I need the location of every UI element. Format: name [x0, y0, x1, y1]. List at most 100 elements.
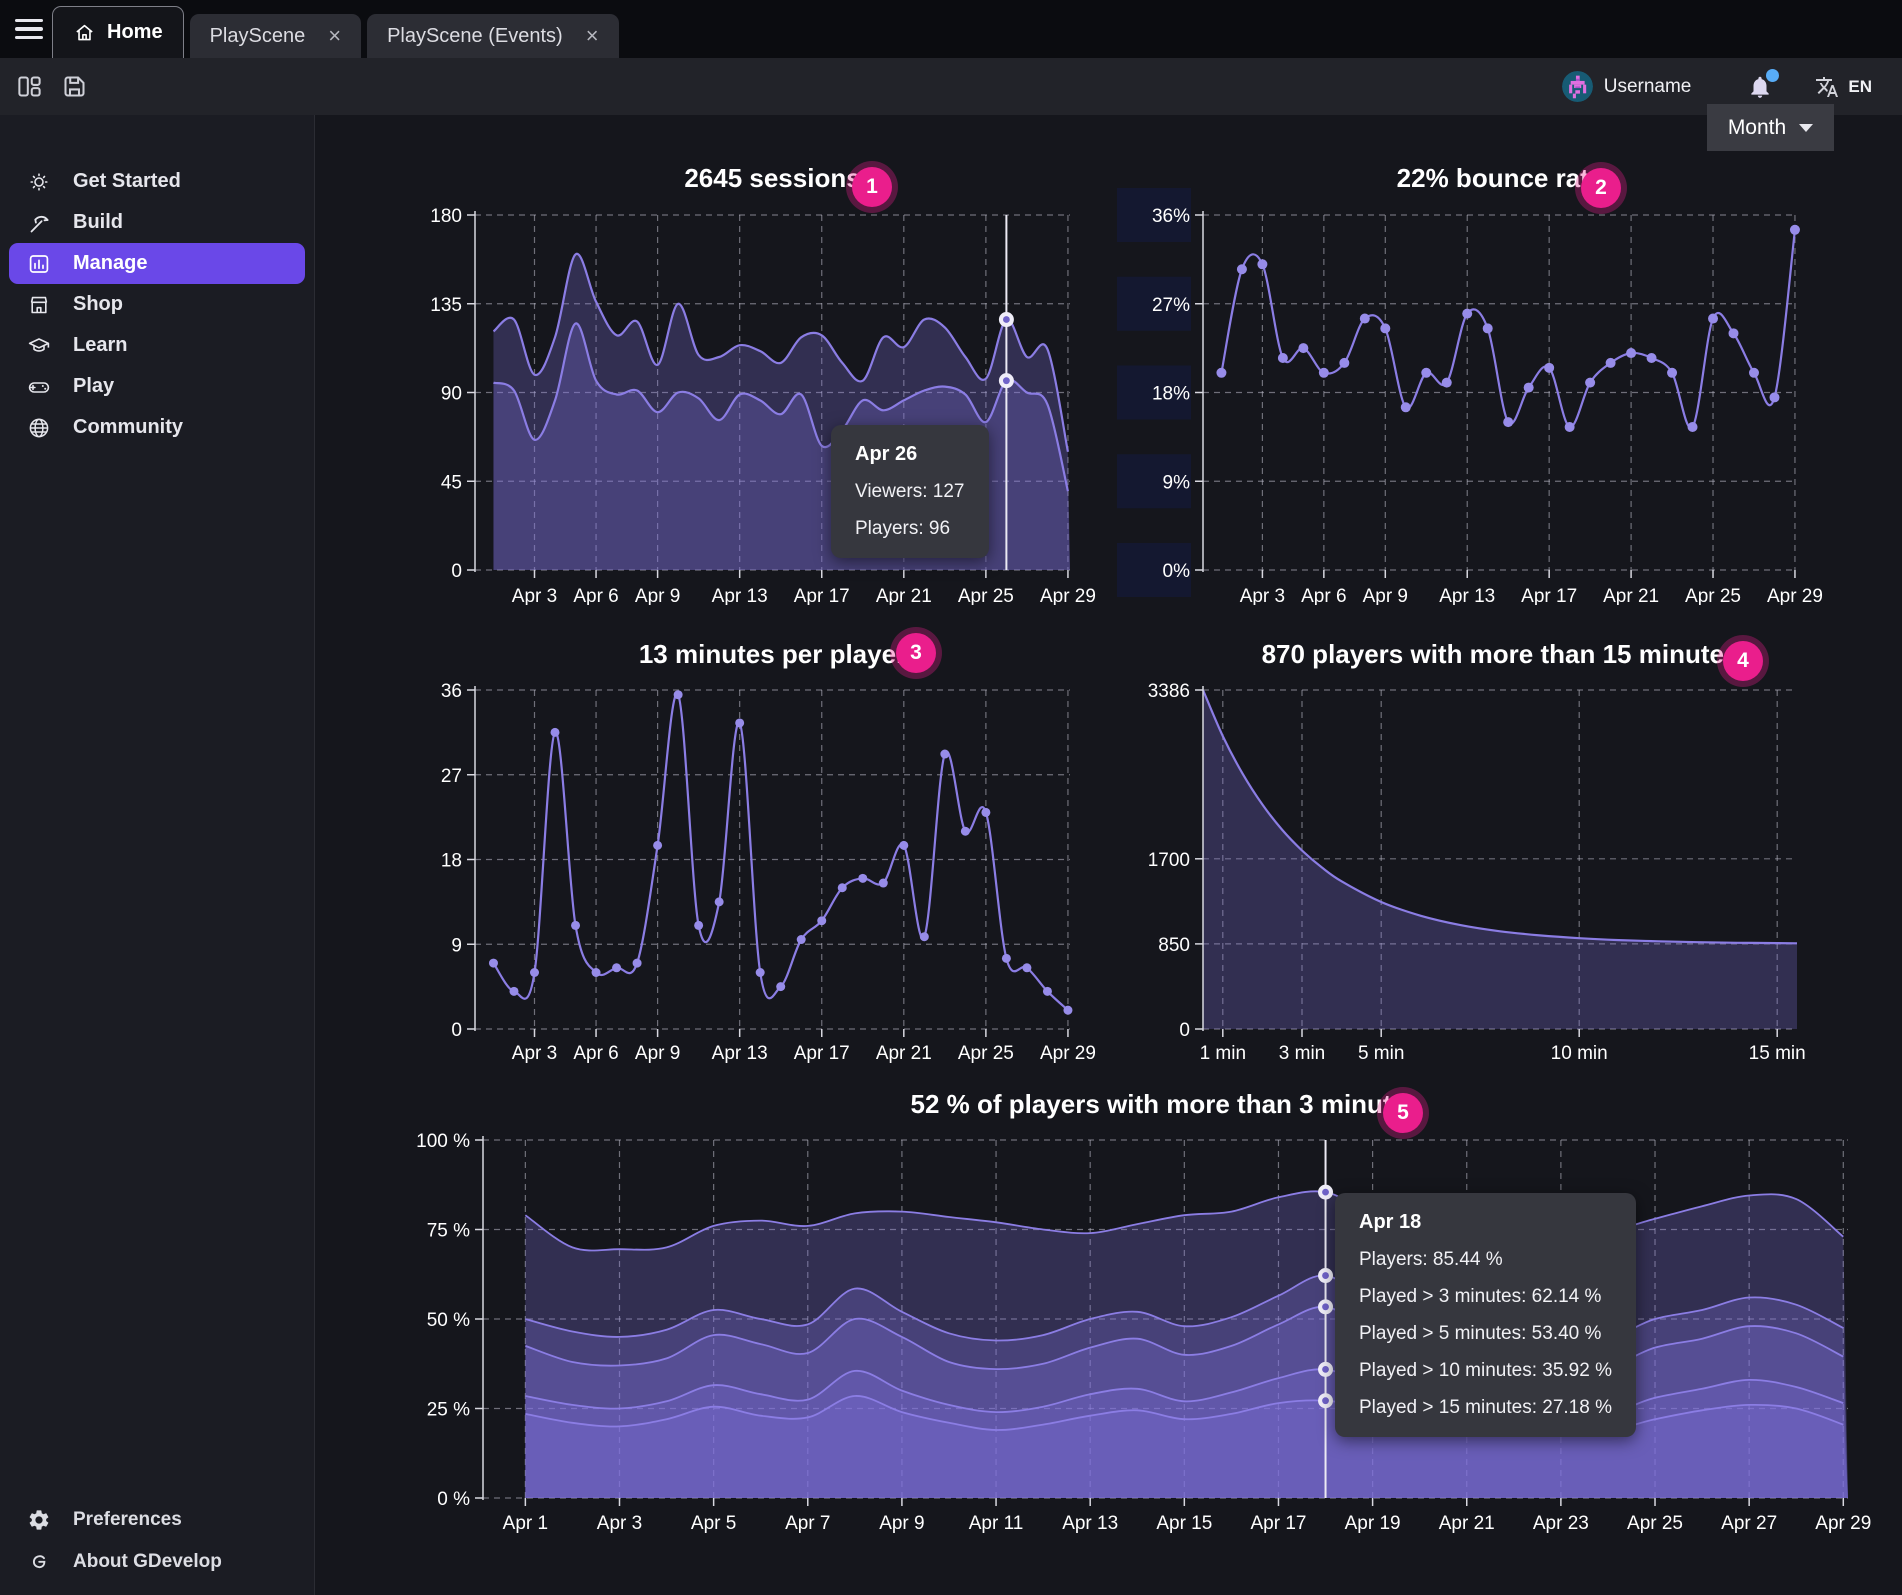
svg-text:Apr 9: Apr 9 [879, 1513, 924, 1534]
tab-bar: Home PlayScene× PlayScene (Events) × [0, 0, 1902, 58]
sidebar-item-about-gdevelop[interactable]: About GDevelop [0, 1541, 314, 1583]
series-lines [1221, 230, 1795, 428]
tab-playscene[interactable]: PlayScene× [190, 14, 361, 58]
chart-bounce[interactable]: 0%9%18%27%36%Apr 3Apr 6Apr 9Apr 13Apr 17… [1115, 135, 1902, 605]
sidebar: Get Started Build Manage Shop Learn Play Commu… [0, 115, 315, 1595]
svg-text:10 min: 10 min [1551, 1043, 1608, 1064]
translate-icon [1815, 75, 1839, 99]
svg-text:100 %: 100 % [416, 1131, 470, 1152]
svg-text:Apr 19: Apr 19 [1345, 1513, 1401, 1534]
sidebar-item-shop[interactable]: Shop [0, 284, 314, 325]
notifications-bell-icon[interactable] [1747, 74, 1773, 100]
sidebar-item-label: Build [73, 211, 123, 234]
globe-icon [27, 416, 51, 440]
tab-playscene-events-[interactable]: PlayScene (Events) × [367, 14, 619, 58]
chart-title: 13 minutes per player [639, 639, 906, 669]
sidebar-item-get-started[interactable]: Get Started [0, 161, 314, 202]
svg-text:Apr 9: Apr 9 [635, 586, 680, 605]
svg-text:Apr 17: Apr 17 [1250, 1513, 1306, 1534]
svg-text:9: 9 [451, 935, 462, 956]
svg-text:Apr 11: Apr 11 [969, 1513, 1024, 1534]
svg-text:Apr 3: Apr 3 [512, 586, 557, 605]
chart-tooltip: Apr 26Viewers: 127Players: 96 [831, 425, 989, 558]
tab-label: Home [107, 21, 163, 44]
svg-text:75 %: 75 % [427, 1221, 470, 1242]
svg-text:25 %: 25 % [427, 1400, 470, 1421]
svg-text:Apr 27: Apr 27 [1721, 1513, 1777, 1534]
series-areas [525, 1191, 1848, 1498]
step-badge-1: 1 [852, 167, 892, 207]
period-value: Month [1728, 116, 1786, 140]
language-selector[interactable]: EN [1815, 75, 1872, 99]
tooltip-line: Played > 3 minutes: 62.14 % [1359, 1286, 1612, 1308]
svg-text:18: 18 [441, 851, 462, 872]
menu-hamburger-icon[interactable] [6, 9, 52, 49]
chart-title: 2645 sessions [684, 163, 860, 193]
svg-text:27%: 27% [1152, 295, 1190, 316]
tooltip-line: Players: 85.44 % [1359, 1249, 1612, 1271]
save-icon[interactable] [61, 73, 88, 100]
svg-text:0: 0 [451, 1020, 462, 1041]
svg-text:18%: 18% [1152, 384, 1190, 405]
close-icon[interactable]: × [586, 25, 599, 47]
axis-labels: 09182736Apr 3Apr 6Apr 9Apr 13Apr 17Apr 2… [441, 681, 1096, 1064]
svg-text:Apr 21: Apr 21 [1603, 586, 1659, 605]
gamepad-icon [27, 375, 51, 399]
tooltip-title: Apr 18 [1359, 1211, 1612, 1234]
svg-text:Apr 6: Apr 6 [573, 1043, 618, 1064]
user-chip[interactable]: Username [1562, 71, 1692, 102]
tab-home[interactable]: Home [52, 6, 184, 58]
chart-retention[interactable]: 0850170033861 min3 min5 min10 min15 min8… [1115, 605, 1902, 1065]
language-code: EN [1848, 77, 1872, 97]
sidebar-item-community[interactable]: Community [0, 407, 314, 448]
analytics-dashboard: 04590135180Apr 3Apr 6Apr 9Apr 13Apr 17Ap… [315, 115, 1902, 1595]
series-lines [493, 694, 1067, 1011]
tooltip-line: Played > 5 minutes: 53.40 % [1359, 1323, 1612, 1345]
editor-tabs: Home PlayScene× PlayScene (Events) × [52, 6, 625, 58]
svg-text:Apr 7: Apr 7 [785, 1513, 830, 1534]
chart-minutes[interactable]: 09182736Apr 3Apr 6Apr 9Apr 13Apr 17Apr 2… [375, 605, 1175, 1065]
svg-text:Apr 29: Apr 29 [1767, 586, 1823, 605]
svg-text:Apr 21: Apr 21 [876, 1043, 932, 1064]
chart-play-time-percent[interactable]: 0 %25 %50 %75 %100 %Apr 1Apr 3Apr 5Apr 7… [375, 1065, 1902, 1595]
svg-text:180: 180 [430, 206, 462, 227]
close-icon[interactable]: × [328, 25, 341, 47]
sidebar-item-manage[interactable]: Manage [9, 243, 305, 284]
sidebar-item-learn[interactable]: Learn [0, 325, 314, 366]
pickaxe-icon [27, 211, 51, 235]
svg-text:1 min: 1 min [1200, 1043, 1246, 1064]
chart-sessions[interactable]: 04590135180Apr 3Apr 6Apr 9Apr 13Apr 17Ap… [375, 135, 1175, 605]
svg-text:Apr 29: Apr 29 [1040, 586, 1096, 605]
svg-text:0: 0 [451, 561, 462, 582]
svg-text:36%: 36% [1152, 206, 1190, 227]
sidebar-item-label: Play [73, 375, 114, 398]
step-badge-4: 4 [1723, 641, 1763, 681]
series-points [489, 690, 1072, 1014]
svg-text:Apr 5: Apr 5 [691, 1513, 736, 1534]
svg-text:3 min: 3 min [1279, 1043, 1325, 1064]
layout-panels-icon[interactable] [16, 73, 43, 100]
svg-text:1700: 1700 [1148, 850, 1190, 871]
sidebar-item-preferences[interactable]: Preferences [0, 1499, 314, 1541]
period-dropdown[interactable]: Month [1707, 104, 1834, 151]
svg-text:Apr 17: Apr 17 [794, 586, 850, 605]
svg-text:135: 135 [430, 295, 462, 316]
svg-text:36: 36 [441, 681, 462, 702]
sidebar-item-label: Learn [73, 334, 127, 357]
tab-label: PlayScene (Events) [387, 25, 563, 48]
svg-text:Apr 21: Apr 21 [876, 586, 932, 605]
avatar [1562, 71, 1593, 102]
sidebar-item-label: Preferences [73, 1509, 182, 1531]
analytics-icon [27, 252, 51, 276]
sidebar-item-label: Shop [73, 293, 123, 316]
svg-text:Apr 6: Apr 6 [1301, 586, 1346, 605]
tooltip-line: Players: 96 [855, 518, 965, 540]
svg-text:Apr 29: Apr 29 [1815, 1513, 1871, 1534]
sidebar-item-build[interactable]: Build [0, 202, 314, 243]
chart-title: 870 players with more than 15 minutes [1262, 639, 1739, 669]
sidebar-item-play[interactable]: Play [0, 366, 314, 407]
chart-title: 52 % of players with more than 3 minutes [910, 1089, 1420, 1119]
sidebar-item-label: Get Started [73, 170, 181, 193]
svg-text:Apr 6: Apr 6 [573, 586, 618, 605]
svg-text:27: 27 [441, 766, 462, 787]
